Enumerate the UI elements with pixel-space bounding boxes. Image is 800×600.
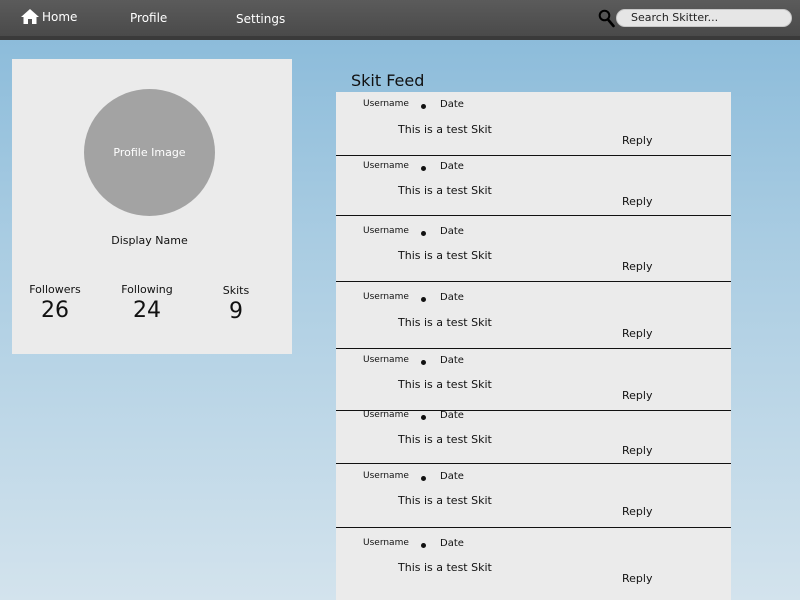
nav-settings-link[interactable]: Settings xyxy=(236,12,285,26)
skit-text: This is a test Skit xyxy=(398,123,492,136)
skits-stat[interactable]: Skits 9 xyxy=(196,284,276,324)
separator-dot xyxy=(421,297,426,302)
skit-text: This is a test Skit xyxy=(398,184,492,197)
skit-date: Date xyxy=(440,410,464,421)
separator-dot xyxy=(421,543,426,548)
skits-count: 9 xyxy=(229,299,243,324)
home-icon xyxy=(21,9,39,24)
reply-button[interactable]: Reply xyxy=(622,389,652,402)
top-nav-bar: Home Profile Settings xyxy=(0,0,800,40)
skit-date: Date xyxy=(440,538,464,549)
profile-card: Profile Image Display Name Followers 26 … xyxy=(12,59,292,354)
skit-username[interactable]: Username xyxy=(363,226,409,236)
skit-date: Date xyxy=(440,355,464,366)
reply-button[interactable]: Reply xyxy=(622,134,652,147)
skit-date: Date xyxy=(440,226,464,237)
followers-count: 26 xyxy=(41,298,69,323)
skit-username[interactable]: Username xyxy=(363,99,409,109)
skit-text: This is a test Skit xyxy=(398,494,492,507)
display-name: Display Name xyxy=(111,234,188,247)
separator-dot xyxy=(421,231,426,236)
following-label: Following xyxy=(121,283,173,296)
skit-text: This is a test Skit xyxy=(398,378,492,391)
skit-username[interactable]: Username xyxy=(363,161,409,171)
skit-item: Username Date This is a test Skit Reply xyxy=(336,410,731,464)
skit-date: Date xyxy=(440,99,464,110)
followers-label: Followers xyxy=(29,283,81,296)
search-icon[interactable] xyxy=(598,9,616,29)
skit-item: Username Date This is a test Skit Reply xyxy=(336,282,731,349)
skit-date: Date xyxy=(440,161,464,172)
skit-username[interactable]: Username xyxy=(363,538,409,548)
reply-button[interactable]: Reply xyxy=(622,572,652,585)
skit-username[interactable]: Username xyxy=(363,410,409,420)
separator-dot xyxy=(421,104,426,109)
separator-dot xyxy=(421,476,426,481)
profile-image-label: Profile Image xyxy=(113,146,186,159)
skit-username[interactable]: Username xyxy=(363,471,409,481)
skit-text: This is a test Skit xyxy=(398,433,492,446)
following-count: 24 xyxy=(133,298,161,323)
following-stat[interactable]: Following 24 xyxy=(107,283,187,323)
reply-button[interactable]: Reply xyxy=(622,195,652,208)
reply-button[interactable]: Reply xyxy=(622,444,652,457)
skit-username[interactable]: Username xyxy=(363,292,409,302)
skit-item: Username Date This is a test Skit Reply xyxy=(336,528,731,600)
skits-label: Skits xyxy=(222,284,250,297)
nav-profile-link[interactable]: Profile xyxy=(130,11,167,25)
skit-item: Username Date This is a test Skit Reply xyxy=(336,464,731,528)
separator-dot xyxy=(421,415,426,420)
skit-text: This is a test Skit xyxy=(398,316,492,329)
followers-stat[interactable]: Followers 26 xyxy=(15,283,95,323)
feed-title: Skit Feed xyxy=(351,71,425,90)
reply-button[interactable]: Reply xyxy=(622,505,652,518)
search-input[interactable] xyxy=(616,9,792,27)
skit-item: Username Date This is a test Skit Reply xyxy=(336,349,731,411)
skit-date: Date xyxy=(440,292,464,303)
separator-dot xyxy=(421,360,426,365)
skit-username[interactable]: Username xyxy=(363,355,409,365)
skit-item: Username Date This is a test Skit Reply xyxy=(336,216,731,282)
reply-button[interactable]: Reply xyxy=(622,260,652,273)
nav-home-link[interactable]: Home xyxy=(20,8,77,25)
skit-text: This is a test Skit xyxy=(398,249,492,262)
profile-image[interactable]: Profile Image xyxy=(84,89,215,216)
separator-dot xyxy=(421,166,426,171)
reply-button[interactable]: Reply xyxy=(622,327,652,340)
nav-home-label: Home xyxy=(42,9,78,24)
skit-item: Username Date This is a test Skit Reply xyxy=(336,92,731,156)
skit-text: This is a test Skit xyxy=(398,561,492,574)
skit-item: Username Date This is a test Skit Reply xyxy=(336,156,731,216)
skit-feed: Username Date This is a test Skit Reply … xyxy=(336,92,731,600)
skit-date: Date xyxy=(440,471,464,482)
